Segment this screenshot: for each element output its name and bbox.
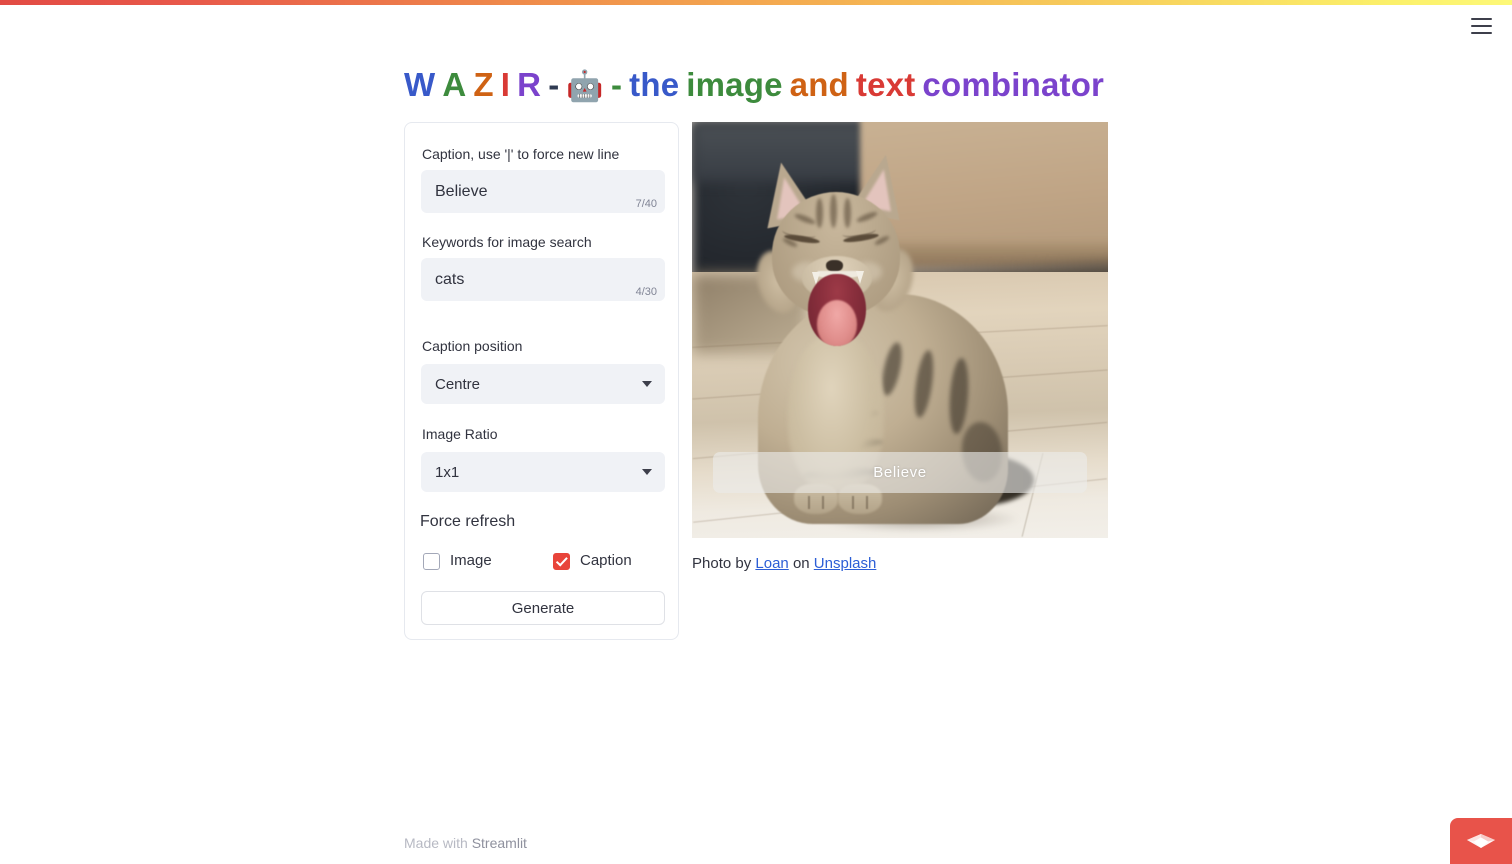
title-word-combinator: combinator (922, 66, 1105, 103)
credit-author-link[interactable]: Loan (755, 555, 788, 572)
caption-position-label: Caption position (422, 338, 523, 354)
hamburger-bar-2 (1470, 25, 1492, 27)
title-letter-a: A (442, 66, 467, 103)
title-word-and: and (789, 66, 849, 103)
generate-button[interactable]: Generate (421, 591, 665, 625)
caption-input[interactable]: Believe 7/40 (421, 170, 665, 213)
force-refresh-caption-checkbox[interactable]: Caption (553, 551, 632, 571)
image-ratio-select[interactable]: 1x1 (421, 452, 665, 492)
title-letter-z: Z (473, 66, 494, 103)
caption-position-select[interactable]: Centre (421, 364, 665, 404)
title-dash-2: - (610, 66, 623, 103)
title-word-the: the (629, 66, 680, 103)
image-ratio-value: 1x1 (435, 464, 460, 481)
credit-prefix: Photo by (692, 555, 752, 572)
keywords-char-counter: 4/30 (635, 286, 657, 298)
title-word-image: image (686, 66, 783, 103)
hamburger-bar-3 (1470, 32, 1492, 34)
checkbox-box-unchecked (423, 552, 440, 570)
checkbox-box-checked (553, 552, 570, 570)
chevron-down-icon (642, 381, 652, 387)
footer: Made with Streamlit (404, 833, 527, 853)
caption-position-value: Centre (435, 376, 481, 393)
force-refresh-caption-label: Caption (580, 552, 632, 569)
page-title: W A Z I R - 🤖 - the image and text combinator (404, 62, 1104, 110)
image-caption-overlay: Believe (713, 452, 1087, 493)
title-letter-i: I (500, 66, 511, 103)
chevron-down-icon (642, 469, 652, 475)
controls-form: Caption, use '|' to force new line Belie… (404, 122, 679, 640)
keywords-input-value: cats (435, 271, 465, 288)
generated-image[interactable]: Believe (692, 122, 1108, 538)
footer-made-with: Made with (404, 835, 468, 851)
title-dash-1: - (548, 66, 560, 103)
title-letter-r: R (517, 66, 542, 103)
caption-input-value: Believe (435, 183, 488, 200)
force-refresh-label: Force refresh (420, 513, 516, 530)
hamburger-menu-icon[interactable] (1464, 13, 1498, 39)
caption-char-counter: 7/40 (635, 198, 657, 210)
keywords-input[interactable]: cats 4/30 (421, 258, 665, 301)
image-caption-text: Believe (873, 464, 927, 481)
footer-brand: Streamlit (471, 835, 527, 851)
app-page: W A Z I R - 🤖 - the image and text combinator Captio… (0, 0, 1512, 864)
keywords-field-label: Keywords for image search (422, 234, 592, 250)
hamburger-bar-1 (1470, 18, 1492, 20)
streamlit-paper-boat-icon (1467, 834, 1495, 848)
credit-source-link[interactable]: Unsplash (814, 555, 877, 572)
result-column: Believe Photo by Loan on Unsplash (692, 122, 1108, 572)
title-word-text: text (855, 66, 916, 103)
photo-credit: Photo by Loan on Unsplash (692, 554, 876, 574)
caption-field-label: Caption, use '|' to force new line (422, 146, 620, 162)
streamlit-cloud-badge[interactable] (1450, 818, 1512, 864)
image-ratio-label: Image Ratio (422, 426, 498, 442)
top-gradient-bar (0, 0, 1512, 5)
robot-icon: 🤖 (566, 70, 604, 103)
force-refresh-image-checkbox[interactable]: Image (423, 551, 492, 571)
title-letter-w: W (404, 66, 436, 103)
force-refresh-image-label: Image (450, 552, 492, 569)
credit-middle: on (792, 555, 810, 572)
